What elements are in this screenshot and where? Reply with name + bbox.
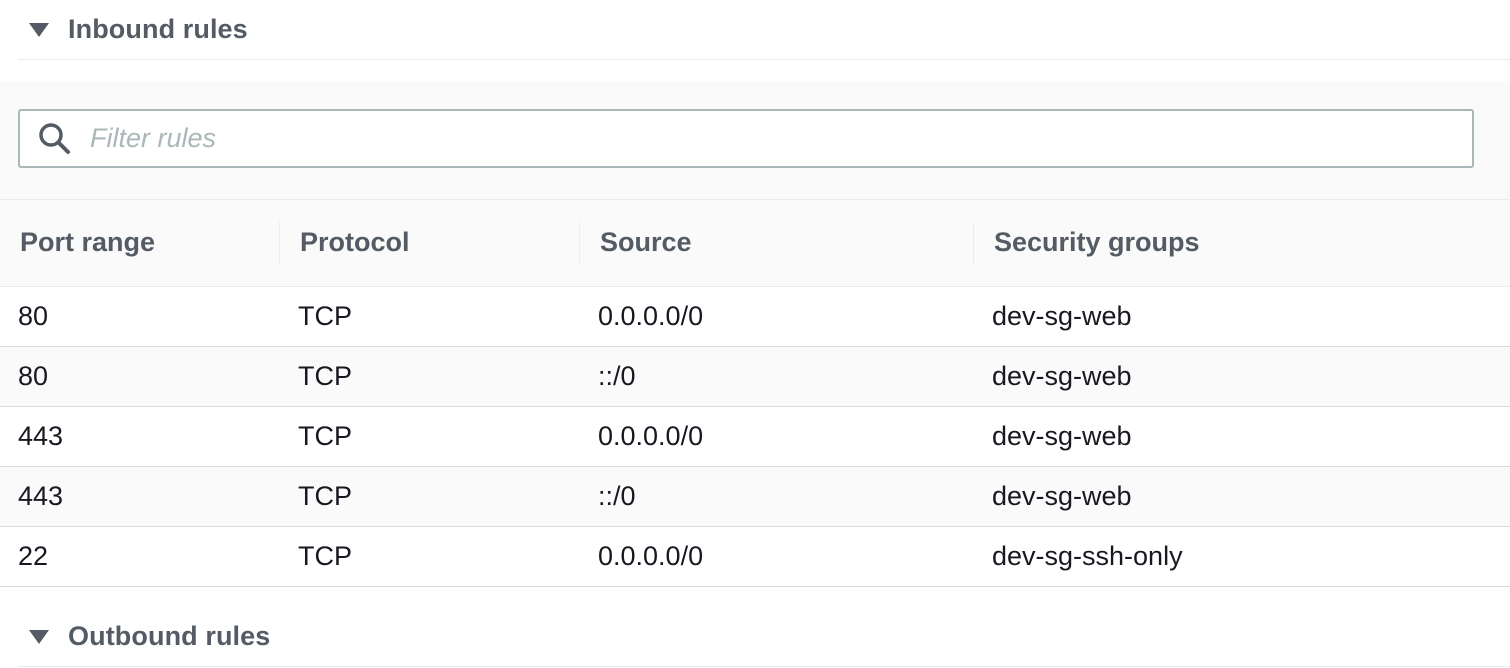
cell-security-group: dev-sg-web [974, 466, 1510, 527]
security-group-rules-page: Inbound rules Port range [0, 0, 1510, 668]
cell-port-range: 443 [0, 466, 280, 527]
cell-source: ::/0 [580, 346, 974, 407]
cell-protocol: TCP [280, 406, 580, 467]
cell-protocol: TCP [280, 466, 580, 527]
table-header-row: Port range Protocol Source Security grou… [0, 200, 1510, 287]
filter-rules-input[interactable] [88, 112, 1392, 165]
table-row[interactable]: 80 TCP 0.0.0.0/0 dev-sg-web [0, 286, 1510, 347]
outbound-rules-header[interactable]: Outbound rules [18, 607, 1510, 667]
cell-source: ::/0 [580, 466, 974, 527]
cell-security-group: dev-sg-web [974, 346, 1510, 407]
column-header-label: Source [600, 227, 692, 258]
caret-down-icon[interactable] [29, 22, 49, 37]
cell-port-range: 80 [0, 346, 280, 407]
column-header-label: Protocol [300, 227, 410, 258]
filter-rules-field[interactable] [18, 109, 1474, 168]
outbound-rules-title: Outbound rules [68, 621, 271, 651]
table-row[interactable]: 80 TCP ::/0 dev-sg-web [0, 346, 1510, 407]
table-row[interactable]: 443 TCP ::/0 dev-sg-web [0, 466, 1510, 527]
filter-bar [0, 81, 1510, 200]
column-header-label: Security groups [994, 227, 1200, 258]
cell-source: 0.0.0.0/0 [580, 406, 974, 467]
search-icon [38, 122, 72, 156]
cell-port-range: 80 [0, 286, 280, 347]
cell-protocol: TCP [280, 526, 580, 587]
cell-port-range: 22 [0, 526, 280, 587]
cell-security-group: dev-sg-web [974, 286, 1510, 347]
cell-security-group: dev-sg-web [974, 406, 1510, 467]
inbound-rules-header[interactable]: Inbound rules [18, 0, 1510, 60]
column-header-security-groups[interactable]: Security groups [974, 200, 1510, 287]
caret-down-icon[interactable] [29, 629, 49, 644]
cell-source: 0.0.0.0/0 [580, 526, 974, 587]
inbound-rules-table: Port range Protocol Source Security grou… [0, 200, 1510, 587]
column-header-source[interactable]: Source [580, 200, 974, 287]
cell-protocol: TCP [280, 346, 580, 407]
table-row[interactable]: 22 TCP 0.0.0.0/0 dev-sg-ssh-only [0, 526, 1510, 587]
cell-source: 0.0.0.0/0 [580, 286, 974, 347]
column-header-port-range[interactable]: Port range [0, 200, 280, 287]
cell-security-group: dev-sg-ssh-only [974, 526, 1510, 587]
cell-port-range: 443 [0, 406, 280, 467]
column-header-label: Port range [20, 227, 156, 258]
table-row[interactable]: 443 TCP 0.0.0.0/0 dev-sg-web [0, 406, 1510, 467]
inbound-rules-title: Inbound rules [68, 14, 248, 44]
cell-protocol: TCP [280, 286, 580, 347]
column-header-protocol[interactable]: Protocol [280, 200, 580, 287]
